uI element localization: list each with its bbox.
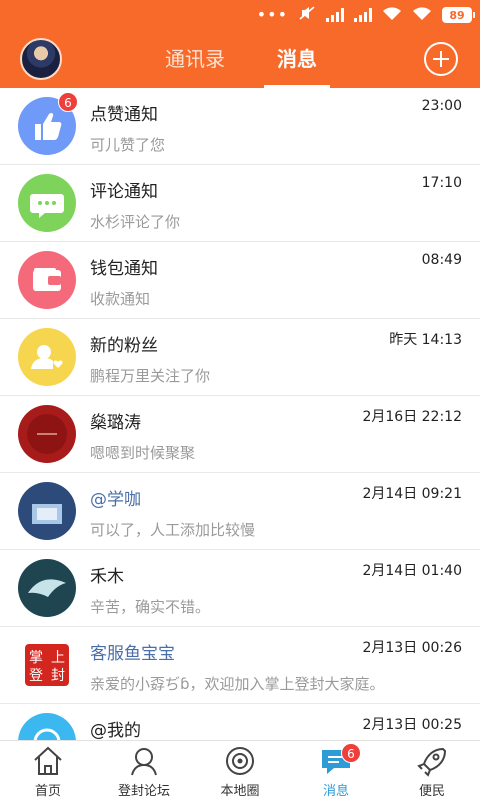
message-title: 禾木 <box>90 567 124 587</box>
forum-icon <box>127 745 161 777</box>
nav-label: 便民 <box>418 784 445 799</box>
message-time: 2月14日 01:40 <box>362 563 462 579</box>
more-notifications-icon: ••• <box>256 5 288 24</box>
comment-icon <box>18 174 76 232</box>
message-row-wallet[interactable]: 钱包通知 收款通知 08:49 <box>0 242 480 319</box>
wallet-icon <box>18 251 76 309</box>
mute-icon <box>298 5 316 25</box>
nav-label: 本地圈 <box>220 784 260 799</box>
message-time: 2月16日 22:12 <box>362 409 462 425</box>
message-title: 钱包通知 <box>90 259 158 279</box>
unread-badge: 6 <box>58 92 78 112</box>
bottom-navigation: 首页 登封论坛 本地圈 6 消息 便民 <box>0 740 480 800</box>
message-title: 燊璐涛 <box>90 413 141 433</box>
app-screen: ••• 89 通讯录 消息 6 点赞通知 可儿赞了您 23:00 评论通知 水杉… <box>0 0 480 800</box>
message-row-likes[interactable]: 6 点赞通知 可儿赞了您 23:00 <box>0 88 480 165</box>
svg-text:上: 上 <box>51 650 65 666</box>
rocket-icon <box>415 745 449 777</box>
message-row-chat[interactable]: @学咖 可以了，人工添加比较慢 2月14日 09:21 <box>0 473 480 550</box>
message-title: 点赞通知 <box>90 105 158 125</box>
battery-indicator: 89 <box>442 7 475 23</box>
svg-text:登: 登 <box>29 668 43 684</box>
nav-home[interactable]: 首页 <box>0 741 96 800</box>
status-bar: ••• 89 <box>0 0 480 30</box>
message-time: 2月13日 00:25 <box>362 717 462 733</box>
plus-circle-icon[interactable] <box>424 42 458 76</box>
message-preview: 水杉评论了你 <box>90 213 181 231</box>
svg-text:封: 封 <box>51 668 65 684</box>
message-time: 08:49 <box>421 252 462 268</box>
nav-label: 消息 <box>322 784 349 799</box>
new-fan-icon <box>18 328 76 386</box>
nav-forum[interactable]: 登封论坛 <box>96 741 192 800</box>
tab-contacts[interactable]: 通讯录 <box>155 30 235 88</box>
nav-convenience[interactable]: 便民 <box>384 741 480 800</box>
message-preview: 亲爱的小孬ぢɓ，欢迎加入掌上登封大家庭。 <box>90 675 385 693</box>
message-row-fans[interactable]: 新的粉丝 鹏程万里关注了你 昨天 14:13 <box>0 319 480 396</box>
message-title: 客服鱼宝宝 <box>90 644 175 664</box>
my-avatar[interactable] <box>20 38 62 80</box>
message-title: @学咖 <box>90 490 141 510</box>
message-time: 2月14日 09:21 <box>362 486 462 502</box>
wifi-2-icon <box>412 6 432 25</box>
brand-avatar: 掌 上 登 封 <box>18 636 76 694</box>
message-title: 新的粉丝 <box>90 336 158 356</box>
message-row-mentions[interactable]: @我的 2月13日 00:25 <box>0 704 480 740</box>
message-row-chat[interactable]: 禾木 辛苦，确实不错。 2月14日 01:40 <box>0 550 480 627</box>
user-avatar <box>18 405 76 463</box>
tab-messages[interactable]: 消息 <box>264 30 330 88</box>
message-row-comments[interactable]: 评论通知 水杉评论了你 17:10 <box>0 165 480 242</box>
nav-unread-badge: 6 <box>341 743 361 763</box>
message-time: 昨天 14:13 <box>389 332 462 348</box>
message-time: 2月13日 00:26 <box>362 640 462 656</box>
message-preview: 鹏程万里关注了你 <box>90 367 211 385</box>
user-avatar <box>18 482 76 540</box>
message-time: 23:00 <box>421 98 462 114</box>
message-row-service[interactable]: 掌 上 登 封 客服鱼宝宝 亲爱的小孬ぢɓ，欢迎加入掌上登封大家庭。 2月13日… <box>0 627 480 704</box>
message-time: 17:10 <box>421 175 462 191</box>
home-icon <box>31 745 65 777</box>
wifi-icon <box>382 6 402 25</box>
user-avatar <box>18 559 76 617</box>
nav-messages[interactable]: 6 消息 <box>288 741 384 800</box>
local-circle-icon <box>223 745 257 777</box>
nav-label: 登封论坛 <box>117 784 170 799</box>
message-preview: 嗯嗯到时候聚聚 <box>90 444 196 462</box>
message-preview: 可以了，人工添加比较慢 <box>90 521 256 539</box>
message-preview: 辛苦，确实不错。 <box>90 598 211 616</box>
message-row-chat[interactable]: 燊璐涛 嗯嗯到时候聚聚 2月16日 22:12 <box>0 396 480 473</box>
message-list[interactable]: 6 点赞通知 可儿赞了您 23:00 评论通知 水杉评论了你 17:10 钱包通… <box>0 88 480 740</box>
top-header: 通讯录 消息 <box>0 30 480 88</box>
cell-signal-1-icon <box>326 8 344 22</box>
at-icon <box>18 713 76 740</box>
nav-label: 首页 <box>34 784 61 799</box>
nav-local-circle[interactable]: 本地圈 <box>192 741 288 800</box>
svg-text:掌: 掌 <box>29 650 43 666</box>
message-title: @我的 <box>90 721 141 740</box>
message-title: 评论通知 <box>90 182 158 202</box>
message-preview: 收款通知 <box>90 290 151 308</box>
cell-signal-2-icon <box>354 8 372 22</box>
message-preview: 可儿赞了您 <box>90 136 166 154</box>
